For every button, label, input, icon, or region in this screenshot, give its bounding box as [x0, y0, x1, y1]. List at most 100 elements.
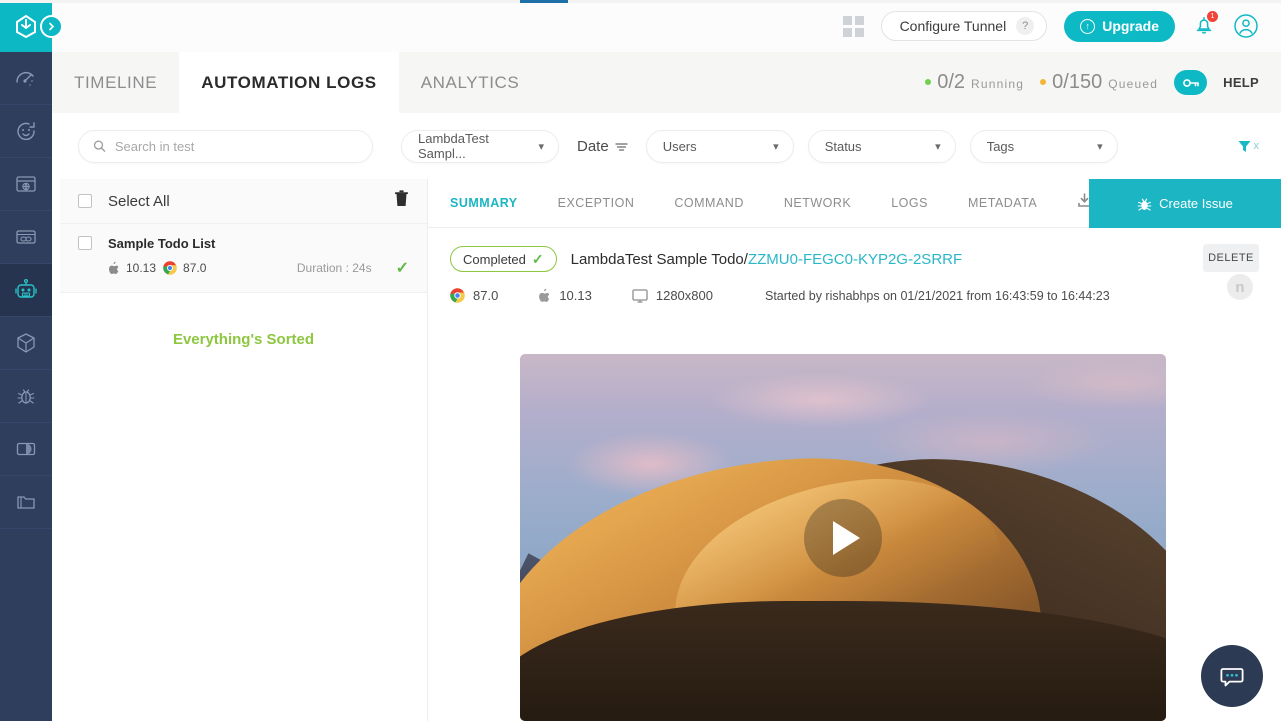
test-row-os-version: 10.13: [126, 261, 156, 275]
tab-automation-logs[interactable]: AUTOMATION LOGS: [179, 52, 399, 113]
test-row-browser-version: 87.0: [183, 261, 206, 275]
tab-analytics[interactable]: ANALYTICS: [399, 52, 542, 113]
queued-dot-icon: [1040, 79, 1046, 85]
funnel-icon: [1237, 139, 1252, 154]
cube-icon: [14, 331, 38, 355]
project-dropdown-value: LambdaTest Sampl...: [418, 131, 528, 161]
chat-support-button[interactable]: [1201, 645, 1263, 707]
check-icon: ✓: [532, 251, 544, 268]
upgrade-button[interactable]: ↑ Upgrade: [1064, 11, 1175, 42]
dune-foreground: [520, 601, 1166, 721]
detail-tab-network[interactable]: NETWORK: [784, 196, 851, 210]
project-dropdown[interactable]: LambdaTest Sampl... ▾: [401, 130, 559, 163]
page-title: LambdaTest Sample Todo/ZZMU0-FEGC0-KYP2G…: [571, 251, 963, 268]
run-os-version: 10.13: [559, 288, 592, 303]
sidebar-collapse-toggle[interactable]: [40, 15, 63, 38]
run-test-name: LambdaTest Sample Todo/: [571, 251, 748, 268]
test-row-browser: 87.0: [163, 261, 206, 275]
tunnel-help-icon[interactable]: ?: [1016, 17, 1034, 35]
left-sidebar: [0, 0, 52, 721]
queued-label: Queued: [1108, 77, 1158, 91]
everything-sorted-message: Everything's Sorted: [60, 293, 427, 386]
apps-grid-icon[interactable]: [843, 16, 864, 37]
test-row-name: Sample Todo List: [108, 236, 409, 251]
test-detail-panel: SUMMARY EXCEPTION COMMAND NETWORK LOGS M…: [428, 179, 1281, 721]
status-badge-label: Completed: [463, 252, 526, 267]
select-all-checkbox[interactable]: [78, 194, 92, 208]
bug-icon: [1137, 196, 1152, 212]
detail-tab-command[interactable]: COMMAND: [674, 196, 743, 210]
chrome-icon: [163, 261, 177, 275]
chevron-down-icon: ▾: [935, 140, 941, 153]
detail-tab-exception[interactable]: EXCEPTION: [558, 196, 635, 210]
access-key-button[interactable]: [1174, 70, 1207, 95]
contrast-icon: [14, 437, 38, 461]
detail-tab-metadata[interactable]: METADATA: [968, 196, 1037, 210]
status-dropdown-value: Status: [825, 139, 862, 154]
arrow-up-circle-icon: ↑: [1080, 19, 1095, 34]
status-dropdown[interactable]: Status ▾: [808, 130, 956, 163]
run-resolution: 1280x800: [632, 288, 713, 303]
notification-badge: 1: [1207, 11, 1218, 22]
app-root: Configure Tunnel ? ↑ Upgrade 1 TI: [0, 0, 1281, 721]
run-env-row: 87.0 10.13 1280x8: [450, 288, 1259, 303]
detail-tab-summary[interactable]: SUMMARY: [450, 196, 518, 210]
detail-tab-logs[interactable]: LOGS: [891, 196, 928, 210]
sidebar-item-screenshot[interactable]: [0, 211, 52, 264]
key-icon: [1182, 76, 1200, 90]
sidebar-item-files[interactable]: [0, 476, 52, 529]
clear-filters-button[interactable]: x: [1237, 139, 1260, 154]
test-row-checkbox[interactable]: [78, 236, 92, 250]
test-list-panel: Select All Sample Todo List: [60, 179, 428, 721]
monitor-icon: [632, 289, 648, 303]
select-all-label: Select All: [108, 193, 170, 210]
tabbar-status-area: 0/2 Running 0/150 Queued HELP: [925, 52, 1281, 113]
sidebar-item-app-testing[interactable]: [0, 317, 52, 370]
status-badge: Completed ✓: [450, 246, 557, 272]
users-dropdown[interactable]: Users ▾: [646, 130, 794, 163]
search-input[interactable]: [115, 139, 358, 154]
tab-timeline[interactable]: TIMELINE: [52, 52, 179, 113]
user-avatar[interactable]: [1233, 13, 1259, 39]
notifications-button[interactable]: 1: [1192, 13, 1216, 39]
play-button[interactable]: [804, 499, 882, 577]
tags-dropdown[interactable]: Tags ▾: [970, 130, 1118, 163]
sidebar-item-dashboard[interactable]: [0, 52, 52, 105]
run-resolution-value: 1280x800: [656, 288, 713, 303]
test-row-meta: 10.13 87.0: [108, 258, 409, 278]
configure-tunnel-button[interactable]: Configure Tunnel ?: [881, 11, 1048, 41]
sidebar-item-automation[interactable]: [0, 264, 52, 317]
search-container[interactable]: [78, 130, 373, 163]
bug-icon: [14, 384, 38, 408]
sidebar-item-bug-tracking[interactable]: [0, 370, 52, 423]
run-started-by: Started by rishabhps on 01/21/2021 from …: [765, 289, 1110, 303]
sidebar-item-visual-testing[interactable]: [0, 423, 52, 476]
sidebar-item-browser-testing[interactable]: [0, 158, 52, 211]
video-player[interactable]: [520, 354, 1166, 721]
queued-count: 0/150: [1052, 71, 1102, 94]
delete-button[interactable]: DELETE: [1203, 244, 1259, 272]
delete-selected-button[interactable]: [394, 190, 409, 212]
create-issue-button[interactable]: Create Issue: [1089, 179, 1281, 228]
chevron-down-icon: ▾: [1097, 140, 1103, 153]
chrome-icon: [450, 288, 465, 303]
run-title-row: Completed ✓ LambdaTest Sample Todo/ZZMU0…: [450, 246, 1259, 272]
status-queued: 0/150 Queued: [1040, 71, 1158, 94]
chevron-right-icon: [47, 22, 56, 31]
run-test-id[interactable]: ZZMU0-FEGC0-KYP2G-2SRRF: [748, 251, 962, 268]
running-count: 0/2: [937, 71, 965, 94]
folder-icon: [14, 490, 38, 514]
run-header: Completed ✓ LambdaTest Sample Todo/ZZMU0…: [428, 228, 1281, 303]
test-row-status-icon: ✓: [396, 258, 409, 278]
sidebar-item-realtime[interactable]: [0, 105, 52, 158]
date-filter[interactable]: Date: [573, 138, 632, 155]
detail-tabbar: SUMMARY EXCEPTION COMMAND NETWORK LOGS M…: [428, 179, 1281, 228]
trash-icon: [394, 190, 409, 207]
test-row-os: 10.13: [108, 261, 156, 275]
progress-bar-fill: [520, 0, 568, 3]
robot-icon: [13, 277, 39, 303]
table-row[interactable]: Sample Todo List 10.13: [60, 224, 427, 293]
configure-tunnel-label: Configure Tunnel: [900, 18, 1007, 34]
search-icon: [93, 139, 106, 153]
help-button[interactable]: HELP: [1223, 75, 1259, 90]
